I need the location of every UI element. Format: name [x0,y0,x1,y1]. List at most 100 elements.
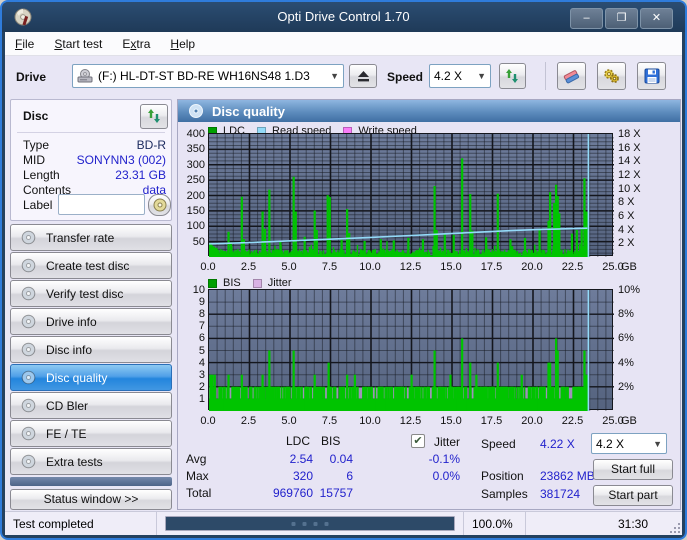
stat-jitter-value: -0.1% [400,452,460,466]
stat-bis-value: 6 [298,469,353,483]
speed-stat-value: 4.22 X [540,437,575,451]
y-right-tick: 10% [618,284,640,296]
app-window: Opti Drive Control 1.70 – ❐ ✕ FileStart … [0,0,687,540]
disc-icon [21,314,36,329]
statusbar: Test completed 100.0% 31:30 [5,511,682,535]
label-read-button[interactable] [148,194,171,216]
y-right-tick: 14 X [618,155,641,167]
sidebar-item-create-test-disc[interactable]: Create test disc [10,252,172,279]
disc-icon [21,454,36,469]
ldc-chart-svg [209,134,614,257]
refresh-icon [147,109,162,124]
x-tick: 10.0 [359,261,380,273]
menu-help[interactable]: Help [160,32,205,55]
x-tick: 12.5 [400,415,421,427]
sidebar-item-fe-te[interactable]: FE / TE [10,420,172,447]
disc-row-value: 23.31 GB [11,168,166,182]
test-speed-value: 4.2 X [596,437,624,451]
x-tick: 15.0 [440,415,461,427]
save-button[interactable] [637,62,666,90]
menu-file[interactable]: File [5,32,44,55]
titlebar: Opti Drive Control 1.70 – ❐ ✕ [2,2,685,32]
y-left-tick: 7 [178,320,205,332]
drive-value: (F:) HL-DT-ST BD-RE WH16NS48 1.D3 [98,69,310,83]
disc-icon [153,198,167,212]
y-left-tick: 200 [178,190,205,202]
sidebar-item-transfer-rate[interactable]: Transfer rate [10,224,172,251]
jitter-checkbox[interactable]: ✔ [411,434,425,448]
legend-swatch [208,279,217,288]
sidebar-item-verify-test-disc[interactable]: Verify test disc [10,280,172,307]
x-tick: 0.0 [200,415,215,427]
test-speed-select[interactable]: 4.2 X ▼ [591,433,667,454]
sidebar-strip [10,477,172,486]
sidebar-item-drive-info[interactable]: Drive info [10,308,172,335]
y-left-tick: 150 [178,205,205,217]
y-left-tick: 350 [178,143,205,155]
maximize-button[interactable]: ❐ [605,8,638,29]
label-label: Label [23,198,52,212]
x-tick: 2.5 [241,415,256,427]
resize-grip[interactable] [668,521,680,533]
rescan-disc-button[interactable] [140,104,168,129]
y-right-tick: 12 X [618,169,641,181]
status-window-button[interactable]: Status window >> [10,489,172,510]
start-full-button[interactable]: Start full [593,459,673,480]
y-left-tick: 8 [178,308,205,320]
status-text: Test completed [5,512,157,535]
x-tick: 5.0 [281,415,296,427]
progress-bar [165,516,455,531]
x-tick: 22.5 [562,261,583,273]
stat-row-label: Total [186,486,211,500]
tools-button[interactable] [597,62,626,90]
disc-icon [21,230,36,245]
y-right-tick: 6 X [618,210,635,222]
x-tick: 17.5 [481,415,502,427]
refresh-icon [505,69,520,84]
y-left-tick: 2 [178,381,205,393]
stat-row-label: Avg [186,452,206,466]
disc-row-value: SONYNN3 (002) [11,153,166,167]
speed-value: 4.2 X [434,69,462,83]
drive-label: Drive [16,70,46,84]
sidebar-item-disc-quality[interactable]: Disc quality [10,364,172,391]
y-right-tick: 2% [618,381,634,393]
x-tick: 22.5 [562,415,583,427]
x-tick: 12.5 [400,261,421,273]
eject-button[interactable] [349,64,377,88]
erase-disc-button[interactable] [557,62,586,90]
refresh-speeds-button[interactable] [499,63,526,89]
sidebar-item-disc-info[interactable]: Disc info [10,336,172,363]
menu-start-test[interactable]: Start test [44,32,112,55]
x-tick: 5.0 [281,261,296,273]
drive-select[interactable]: (F:) HL-DT-ST BD-RE WH16NS48 1.D3 ▼ [72,64,344,88]
minimize-button[interactable]: – [570,8,603,29]
stat-bis-value: 15757 [298,486,353,500]
speed-select[interactable]: 4.2 X ▼ [429,64,491,88]
start-part-button[interactable]: Start part [593,485,673,506]
bis-chart-plot [208,289,613,410]
disc-quality-icon [188,103,204,119]
ldc-chart-plot [208,133,613,256]
menubar: FileStart testExtraHelp [5,32,682,56]
disc-panel-title: Disc [23,109,48,123]
samples-label: Samples [481,487,528,501]
y-right-tick: 4 X [618,224,635,236]
y-left-tick: 9 [178,296,205,308]
sidebar-item-cd-bler[interactable]: CD Bler [10,392,172,419]
disc-icon [21,286,36,301]
speed-label: Speed [387,70,423,84]
chevron-down-icon: ▼ [477,71,486,81]
x-tick: 0.0 [200,261,215,273]
menu-extra[interactable]: Extra [112,32,160,55]
x-tick: 10.0 [359,415,380,427]
col-ldc: LDC [286,434,310,448]
panel-header: Disc quality [178,100,680,122]
x-tick: 20.0 [521,415,542,427]
sidebar-item-extra-tests[interactable]: Extra tests [10,448,172,475]
divider [17,132,165,133]
close-button[interactable]: ✕ [640,8,673,29]
y-right-tick: 6% [618,332,634,344]
label-input[interactable] [58,194,145,215]
y-left-tick: 100 [178,220,205,232]
